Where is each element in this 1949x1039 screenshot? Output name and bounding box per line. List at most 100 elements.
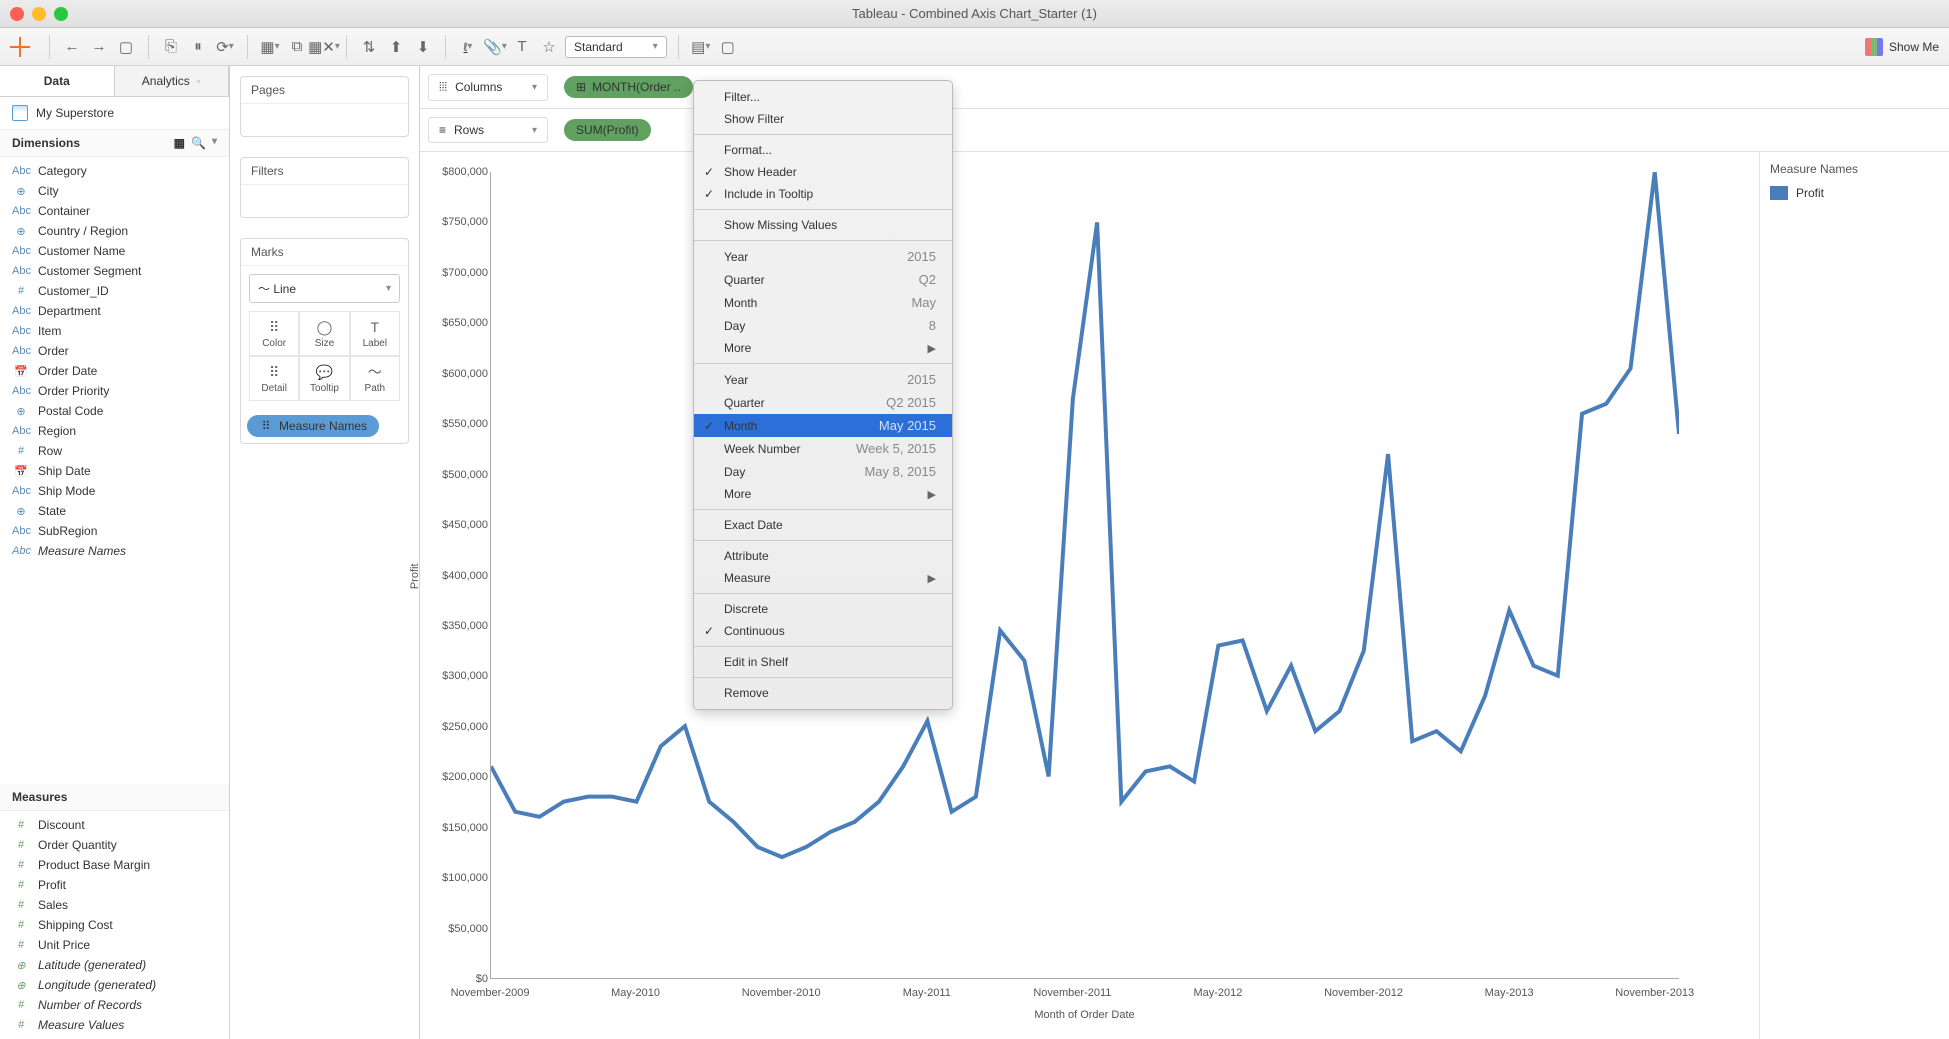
zoom-window-button[interactable] <box>54 7 68 21</box>
menu-item[interactable]: QuarterQ2 2015 <box>694 391 952 414</box>
field-item[interactable]: #Row <box>0 441 229 461</box>
field-item[interactable]: #Discount <box>0 815 229 835</box>
rows-shelf-label[interactable]: ≡ Rows ▾ <box>428 117 548 143</box>
refresh-button[interactable]: ⟳▾ <box>214 36 236 58</box>
field-item[interactable]: 📅Order Date <box>0 361 229 381</box>
field-item[interactable]: #Unit Price <box>0 935 229 955</box>
mark-cell-tooltip[interactable]: 💬Tooltip <box>299 356 349 401</box>
field-item[interactable]: AbcSubRegion <box>0 521 229 541</box>
field-item[interactable]: #Product Base Margin <box>0 855 229 875</box>
view-icon[interactable]: ▦ <box>174 136 185 150</box>
menu-item[interactable]: QuarterQ2 <box>694 268 952 291</box>
marks-pill-measure-names[interactable]: ⠿ Measure Names <box>247 415 379 437</box>
field-item[interactable]: AbcShip Mode <box>0 481 229 501</box>
field-item[interactable]: ⊕Longitude (generated) <box>0 975 229 995</box>
filters-card[interactable]: Filters <box>240 157 409 218</box>
field-item[interactable]: AbcCustomer Segment <box>0 261 229 281</box>
legend-item-profit[interactable]: Profit <box>1770 186 1939 200</box>
field-item[interactable]: #Order Quantity <box>0 835 229 855</box>
field-item[interactable]: ⊕Postal Code <box>0 401 229 421</box>
group-button[interactable]: 📎▾ <box>484 36 506 58</box>
menu-item[interactable]: Day8 <box>694 314 952 337</box>
field-item[interactable]: AbcContainer <box>0 201 229 221</box>
show-me-button[interactable]: Show Me <box>1865 38 1939 56</box>
presentation-button[interactable]: ▢ <box>717 36 739 58</box>
swap-button[interactable]: ⇅ <box>358 36 380 58</box>
back-button[interactable]: ← <box>61 36 83 58</box>
menu-item[interactable]: More▶ <box>694 483 952 505</box>
cards-button[interactable]: ▤▾ <box>690 36 712 58</box>
new-datasource-button[interactable]: ⎘ <box>160 36 182 58</box>
text-button[interactable]: T <box>511 36 533 58</box>
mark-cell-label[interactable]: TLabel <box>350 311 400 356</box>
rows-pill-profit[interactable]: SUM(Profit) <box>564 119 651 141</box>
menu-item[interactable]: Discrete <box>694 598 952 620</box>
menu-item[interactable]: Measure▶ <box>694 567 952 589</box>
columns-pill-month[interactable]: ⊞ MONTH(Order .. <box>564 76 693 98</box>
mark-cell-path[interactable]: 〜Path <box>350 356 400 401</box>
field-item[interactable]: AbcCustomer Name <box>0 241 229 261</box>
datasource-row[interactable]: My Superstore <box>0 97 229 130</box>
rows-shelf[interactable]: ≡ Rows ▾ SUM(Profit) <box>420 109 1949 152</box>
field-item[interactable]: #Profit <box>0 875 229 895</box>
fit-dropdown[interactable]: Standard▾ <box>565 36 667 58</box>
plot-area[interactable] <box>490 172 1679 979</box>
field-item[interactable]: AbcRegion <box>0 421 229 441</box>
tab-data[interactable]: Data <box>0 66 115 96</box>
sort-asc-button[interactable]: ⬆ <box>385 36 407 58</box>
field-item[interactable]: AbcOrder Priority <box>0 381 229 401</box>
field-item[interactable]: ⊕City <box>0 181 229 201</box>
menu-item[interactable]: Year2015 <box>694 245 952 268</box>
field-item[interactable]: #Sales <box>0 895 229 915</box>
new-worksheet-button[interactable]: ▦▾ <box>259 36 281 58</box>
menu-item[interactable]: Show Filter <box>694 108 952 130</box>
mark-cell-size[interactable]: ◯Size <box>299 311 349 356</box>
menu-item[interactable]: Attribute <box>694 545 952 567</box>
pin-button[interactable]: ☆ <box>538 36 560 58</box>
menu-item[interactable]: MonthMay <box>694 291 952 314</box>
search-icon[interactable]: 🔍 <box>191 136 206 150</box>
field-item[interactable]: AbcMeasure Names <box>0 541 229 561</box>
chart-viz[interactable]: Profit $0$50,000$100,000$150,000$200,000… <box>420 152 1759 1039</box>
menu-item[interactable]: Exact Date <box>694 514 952 536</box>
clear-button[interactable]: ▦✕▾ <box>313 36 335 58</box>
menu-item[interactable]: ✓Include in Tooltip <box>694 183 952 205</box>
field-item[interactable]: ⊕Latitude (generated) <box>0 955 229 975</box>
field-item[interactable]: AbcOrder <box>0 341 229 361</box>
field-item[interactable]: AbcDepartment <box>0 301 229 321</box>
mark-type-dropdown[interactable]: 〜 Line▾ <box>249 274 400 303</box>
pause-button[interactable]: ⏸ <box>187 36 209 58</box>
menu-item[interactable]: Show Missing Values <box>694 214 952 236</box>
menu-item[interactable]: Filter... <box>694 86 952 108</box>
mark-cell-detail[interactable]: ⠿Detail <box>249 356 299 401</box>
menu-item[interactable]: Year2015 <box>694 368 952 391</box>
sort-desc-button[interactable]: ⬇ <box>412 36 434 58</box>
field-item[interactable]: #Shipping Cost <box>0 915 229 935</box>
tab-analytics[interactable]: Analytics ◦ <box>115 66 230 96</box>
menu-item[interactable]: ✓Show Header <box>694 161 952 183</box>
duplicate-button[interactable]: ⧉ <box>286 36 308 58</box>
columns-shelf-label[interactable]: ⦙⦙⦙ Columns ▾ <box>428 74 548 101</box>
field-item[interactable]: ⊕State <box>0 501 229 521</box>
menu-item[interactable]: Week NumberWeek 5, 2015 <box>694 437 952 460</box>
field-item[interactable]: #Customer_ID <box>0 281 229 301</box>
menu-item[interactable]: ✓Continuous <box>694 620 952 642</box>
field-item[interactable]: 📅Ship Date <box>0 461 229 481</box>
minimize-window-button[interactable] <box>32 7 46 21</box>
menu-item[interactable]: DayMay 8, 2015 <box>694 460 952 483</box>
columns-shelf[interactable]: ⦙⦙⦙ Columns ▾ ⊞ MONTH(Order .. <box>420 66 1949 109</box>
close-window-button[interactable] <box>10 7 24 21</box>
menu-item[interactable]: Format... <box>694 139 952 161</box>
menu-item[interactable]: ✓MonthMay 2015 <box>694 414 952 437</box>
menu-item[interactable]: More▶ <box>694 337 952 359</box>
mark-cell-color[interactable]: ⠿Color <box>249 311 299 356</box>
save-button[interactable]: ▢ <box>115 36 137 58</box>
highlight-button[interactable]: ℓ▾ <box>457 36 479 58</box>
field-item[interactable]: ⊕Country / Region <box>0 221 229 241</box>
forward-button[interactable]: → <box>88 36 110 58</box>
menu-item[interactable]: Remove <box>694 682 952 704</box>
field-item[interactable]: AbcCategory <box>0 161 229 181</box>
field-item[interactable]: AbcItem <box>0 321 229 341</box>
pages-card[interactable]: Pages <box>240 76 409 137</box>
field-item[interactable]: #Number of Records <box>0 995 229 1015</box>
